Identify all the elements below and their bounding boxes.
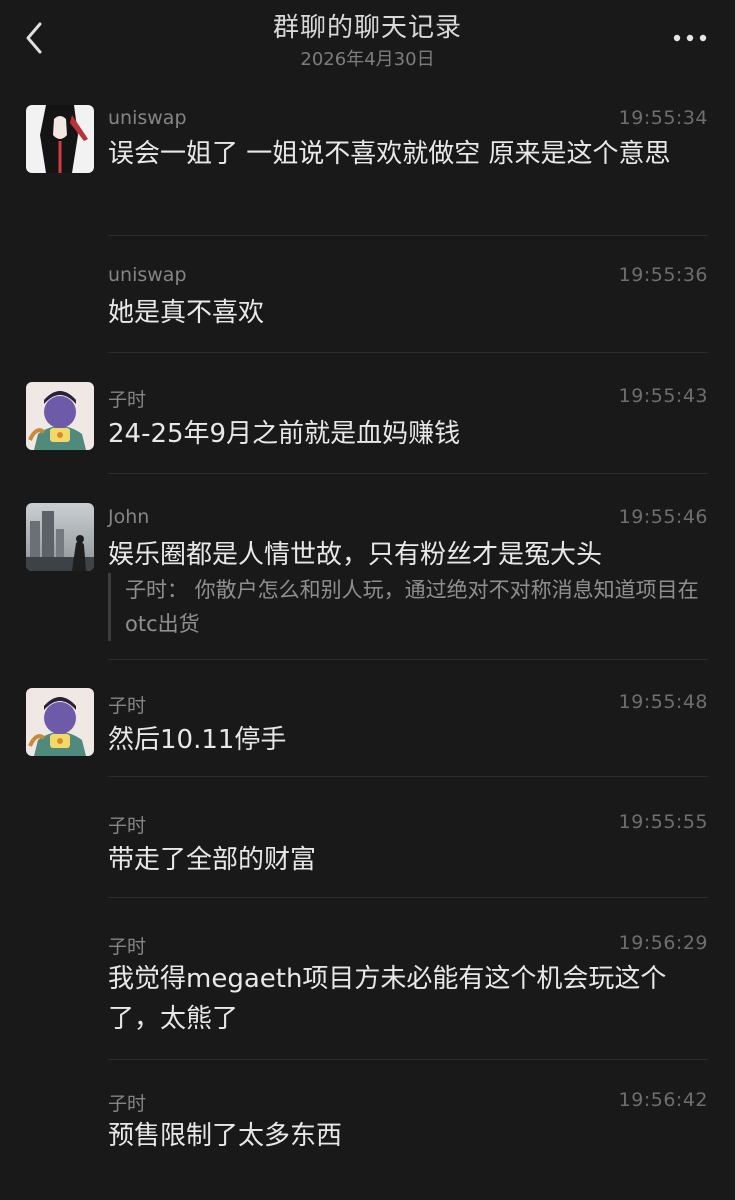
message-text: 她是真不喜欢 — [108, 298, 265, 328]
message-time: 19:55:48 — [618, 691, 708, 713]
sender-name: 子时 — [108, 815, 147, 837]
avatar-zishi[interactable] — [26, 688, 94, 756]
message-time: 19:55:34 — [618, 107, 708, 129]
page-title: 群聊的聊天记录 — [272, 13, 462, 43]
message-divider — [108, 473, 708, 474]
avatar-john[interactable] — [26, 503, 94, 571]
more-dots-icon — [673, 34, 707, 42]
sender-name: 子时 — [108, 1093, 147, 1115]
sender-name: 子时 — [108, 389, 147, 411]
chat-header: 群聊的聊天记录 2026年4月30日 — [0, 0, 735, 82]
message-text: 24-25年9月之前就是血妈赚钱 — [108, 419, 461, 449]
message-text: 我觉得megaeth项目方未必能有这个机会玩这个了，太熊了 — [108, 964, 667, 1034]
avatar-zishi[interactable] — [26, 382, 94, 450]
message-time: 19:55:43 — [618, 385, 708, 407]
message-text: 带走了全部的财富 — [108, 845, 317, 875]
sender-name: uniswap — [108, 107, 187, 129]
message-time: 19:55:46 — [618, 506, 708, 528]
message-text: 娱乐圈都是人情世故，只有粉丝才是冤大头 — [108, 540, 603, 570]
message-time: 19:55:36 — [618, 264, 708, 286]
avatar-zishi-image — [26, 688, 94, 756]
more-button[interactable] — [671, 28, 709, 48]
message-divider — [108, 1059, 708, 1060]
message-time: 19:55:55 — [618, 811, 708, 833]
record-date: 2026年4月30日 — [300, 49, 435, 70]
message-divider — [108, 776, 708, 777]
avatar-zishi-image — [26, 382, 94, 450]
message-text: 误会一姐了 一姐说不喜欢就做空 原来是这个意思 — [108, 139, 671, 169]
sender-name: uniswap — [108, 264, 187, 286]
avatar-john-image — [26, 503, 94, 571]
message-time: 19:56:42 — [618, 1089, 708, 1111]
avatar-uniswap[interactable] — [26, 105, 94, 173]
message-divider — [108, 897, 708, 898]
avatar-uniswap-image — [26, 105, 94, 173]
message-divider — [108, 352, 708, 353]
sender-name: John — [108, 506, 150, 528]
sender-name: 子时 — [108, 695, 147, 717]
message-time: 19:56:29 — [618, 932, 708, 954]
message-text: 然后10.11停手 — [108, 725, 287, 755]
quoted-message[interactable]: 子时： 你散户怎么和别人玩，通过绝对不对称消息知道项目在otc出货 — [108, 573, 715, 641]
message-divider — [108, 659, 708, 660]
message-divider — [108, 235, 708, 236]
sender-name: 子时 — [108, 936, 147, 958]
message-text: 预售限制了太多东西 — [108, 1121, 343, 1151]
